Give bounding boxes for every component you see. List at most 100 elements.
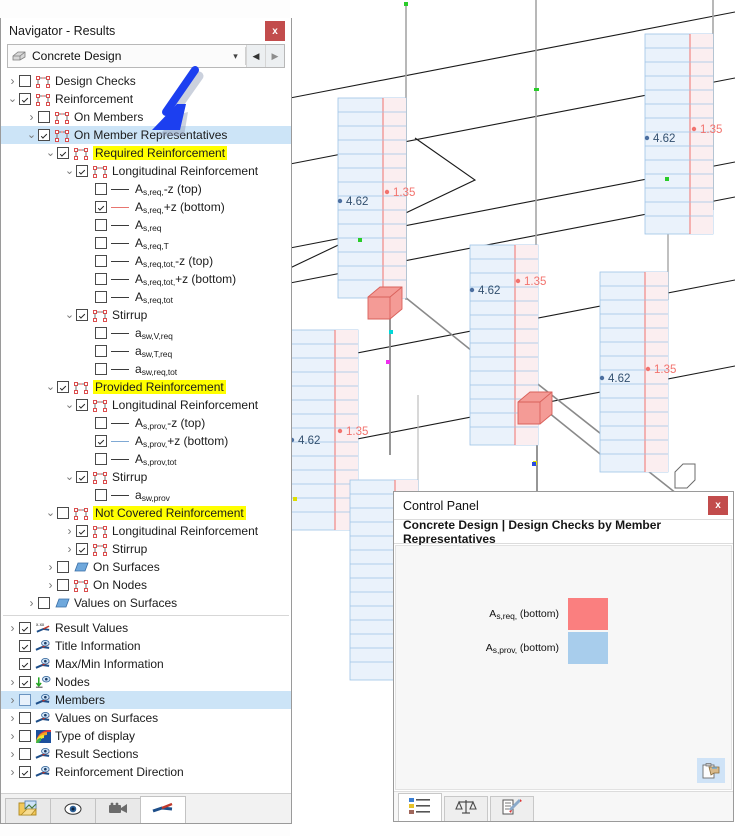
checkbox-on-members[interactable] xyxy=(38,111,50,123)
tree-item-as-prov-pz-bottom[interactable]: As,prov,+z (bottom) xyxy=(1,432,291,450)
tree-item-max-min-information[interactable]: Max/Min Information xyxy=(1,655,291,673)
tree-item-values-on-surfaces-1[interactable]: › Values on Surfaces xyxy=(1,594,291,612)
chevron-down-icon[interactable]: ⌄ xyxy=(44,378,57,396)
arrow-left-icon[interactable]: ◀ xyxy=(246,45,265,67)
checkbox-as-req-mz-top[interactable] xyxy=(95,183,107,195)
chevron-down-icon[interactable]: ⌄ xyxy=(63,162,76,180)
checkbox-design-checks[interactable] xyxy=(19,75,31,87)
tree-item-as-req[interactable]: As,req xyxy=(1,216,291,234)
chevron-down-icon[interactable]: ⌄ xyxy=(63,306,76,324)
tree-item-required-reinforcement[interactable]: ⌄ Required Reinforcement xyxy=(1,144,291,162)
tree-item-nc-stirrup[interactable]: › Stirrup xyxy=(1,540,291,558)
chevron-right-icon[interactable]: › xyxy=(6,619,19,637)
chevron-down-icon[interactable]: ▾ xyxy=(226,45,245,67)
chevron-right-icon[interactable]: › xyxy=(6,709,19,727)
checkbox-as-req-tot-mz-top[interactable] xyxy=(95,255,107,267)
tree-item-nc-longitudinal[interactable]: › Longitudinal Reinforcement xyxy=(1,522,291,540)
checkbox-nc-longitudinal[interactable] xyxy=(76,525,88,537)
copy-to-clipboard-icon[interactable] xyxy=(697,758,725,783)
checkbox-as-req-tot[interactable] xyxy=(95,291,107,303)
checkbox-as-req-t[interactable] xyxy=(95,237,107,249)
tree-item-prov-longitudinal[interactable]: ⌄ Longitudinal Reinforcement xyxy=(1,396,291,414)
chevron-right-icon[interactable]: › xyxy=(25,108,38,126)
chevron-right-icon[interactable]: › xyxy=(6,691,19,709)
tree-item-asw-req-tot[interactable]: asw,req,tot xyxy=(1,360,291,378)
tree-item-not-covered-reinforcement[interactable]: ⌄ Not Covered Reinforcement xyxy=(1,504,291,522)
tree-item-nodes[interactable]: › Nodes xyxy=(1,673,291,691)
checkbox-reinforcement-direction[interactable] xyxy=(19,766,31,778)
results-tree[interactable]: › Design Checks ⌄ Reinforcement › On Members ⌄… xyxy=(1,71,291,793)
checkbox-as-prov-pz-bottom[interactable] xyxy=(95,435,107,447)
legend-color-swatch[interactable] xyxy=(568,598,608,630)
checkbox-values-on-surfaces-1[interactable] xyxy=(38,597,50,609)
checkbox-reinforcement[interactable] xyxy=(19,93,31,105)
chevron-right-icon[interactable]: › xyxy=(25,594,38,612)
tree-item-as-req-pz-bottom[interactable]: As,req,+z (bottom) xyxy=(1,198,291,216)
chevron-down-icon[interactable]: ⌄ xyxy=(63,468,76,486)
chevron-right-icon[interactable]: › xyxy=(6,673,19,691)
checkbox-asw-v-req[interactable] xyxy=(95,327,107,339)
chevron-down-icon[interactable]: ⌄ xyxy=(63,396,76,414)
tree-item-title-information[interactable]: Title Information xyxy=(1,637,291,655)
tree-item-as-prov-tot[interactable]: As,prov,tot xyxy=(1,450,291,468)
checkbox-not-covered-reinforcement[interactable] xyxy=(57,507,69,519)
checkbox-req-longitudinal[interactable] xyxy=(76,165,88,177)
tree-item-type-of-display[interactable]: › Type of display xyxy=(1,727,291,745)
tree-item-provided-reinforcement[interactable]: ⌄ Provided Reinforcement xyxy=(1,378,291,396)
checkbox-provided-reinforcement[interactable] xyxy=(57,381,69,393)
chevron-down-icon[interactable]: ⌄ xyxy=(25,126,38,144)
checkbox-prov-stirrup[interactable] xyxy=(76,471,88,483)
checkbox-result-sections[interactable] xyxy=(19,748,31,760)
tree-item-prov-stirrup[interactable]: ⌄ Stirrup xyxy=(1,468,291,486)
tree-item-as-req-tot-mz-top[interactable]: As,req,tot,-z (top) xyxy=(1,252,291,270)
tree-item-asw-prov[interactable]: asw,prov xyxy=(1,486,291,504)
tree-item-result-values[interactable]: › x.xx Result Values xyxy=(1,619,291,637)
checkbox-values-on-surfaces-2[interactable] xyxy=(19,712,31,724)
tree-item-on-members[interactable]: › On Members xyxy=(1,108,291,126)
design-selector-combobox[interactable]: Concrete Design ▾ ◀ ▶ xyxy=(7,44,285,68)
checkbox-prov-longitudinal[interactable] xyxy=(76,399,88,411)
checkbox-asw-prov[interactable] xyxy=(95,489,107,501)
chevron-right-icon[interactable]: › xyxy=(6,72,19,90)
checkbox-asw-t-req[interactable] xyxy=(95,345,107,357)
tree-item-as-prov-mz-top[interactable]: As,prov,-z (top) xyxy=(1,414,291,432)
chevron-down-icon[interactable]: ⌄ xyxy=(44,144,57,162)
tree-item-as-req-tot[interactable]: As,req,tot xyxy=(1,288,291,306)
checkbox-as-req[interactable] xyxy=(95,219,107,231)
checkbox-as-req-pz-bottom[interactable] xyxy=(95,201,107,213)
tree-item-as-req-tot-pz-bottom[interactable]: As,req,tot,+z (bottom) xyxy=(1,270,291,288)
chevron-right-icon[interactable]: › xyxy=(63,522,76,540)
tree-item-on-nodes[interactable]: › On Nodes xyxy=(1,576,291,594)
navigator-tab-views-navigator[interactable] xyxy=(95,798,141,823)
navigator-tab-strip[interactable] xyxy=(1,793,291,823)
tree-item-reinforcement[interactable]: ⌄ Reinforcement xyxy=(1,90,291,108)
checkbox-on-surfaces[interactable] xyxy=(57,561,69,573)
chevron-down-icon[interactable]: ⌄ xyxy=(44,504,57,522)
checkbox-on-nodes[interactable] xyxy=(57,579,69,591)
checkbox-result-values[interactable] xyxy=(19,622,31,634)
navigator-tab-project-navigator[interactable] xyxy=(5,798,51,823)
legend-color-swatch[interactable] xyxy=(568,632,608,664)
chevron-right-icon[interactable]: › xyxy=(6,763,19,781)
checkbox-members[interactable] xyxy=(19,694,31,706)
tree-item-reinforcement-direction[interactable]: › Reinforcement Direction xyxy=(1,763,291,781)
tree-item-as-req-t[interactable]: As,req,T xyxy=(1,234,291,252)
checkbox-on-member-representatives[interactable] xyxy=(38,129,50,141)
tree-item-on-surfaces[interactable]: › On Surfaces xyxy=(1,558,291,576)
arrow-right-icon[interactable]: ▶ xyxy=(265,45,284,67)
chevron-right-icon[interactable]: › xyxy=(6,745,19,763)
tree-item-asw-t-req[interactable]: asw,T,req xyxy=(1,342,291,360)
tree-item-design-checks[interactable]: › Design Checks xyxy=(1,72,291,90)
chevron-right-icon[interactable]: › xyxy=(44,558,57,576)
navigator-close-button[interactable]: x xyxy=(265,21,285,41)
checkbox-max-min-information[interactable] xyxy=(19,658,31,670)
checkbox-required-reinforcement[interactable] xyxy=(57,147,69,159)
chevron-right-icon[interactable]: › xyxy=(44,576,57,594)
tree-item-values-on-surfaces-2[interactable]: › Values on Surfaces xyxy=(1,709,291,727)
control-panel-tab-factors[interactable] xyxy=(444,796,488,821)
tree-item-on-member-representatives[interactable]: ⌄ On Member Representatives xyxy=(1,126,291,144)
tree-item-members[interactable]: › Members xyxy=(1,691,291,709)
checkbox-req-stirrup[interactable] xyxy=(76,309,88,321)
control-panel-tab-display-properties[interactable] xyxy=(490,796,534,821)
tree-item-req-longitudinal[interactable]: ⌄ Longitudinal Reinforcement xyxy=(1,162,291,180)
